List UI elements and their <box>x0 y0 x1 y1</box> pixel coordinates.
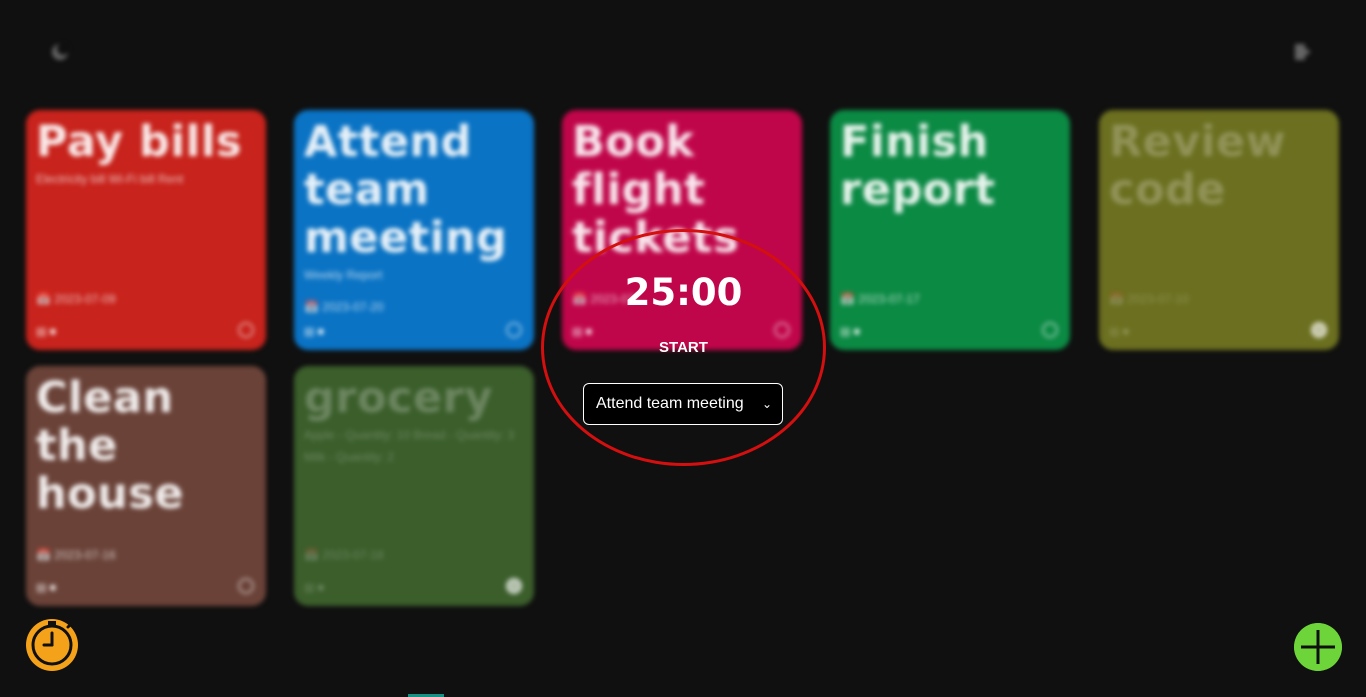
card-date: 📅 2023-07-09 <box>36 292 116 306</box>
moon-icon[interactable] <box>50 42 70 62</box>
card-date: 📅 2023-07-10 <box>1109 292 1189 306</box>
card-description: Apple - Quantity: 10 Bread - Quantity: 3… <box>304 428 515 464</box>
card-description: Electricity bill Wi-Fi bill Rent <box>36 172 184 186</box>
complete-checkbox[interactable] <box>1311 322 1327 338</box>
timer-display: 25:00 <box>624 271 743 314</box>
card-title: Review code <box>1109 117 1286 215</box>
card-meta-icons: ▤ ■ <box>1109 326 1130 338</box>
task-card-grocery[interactable]: grocery Apple - Quantity: 10 Bread - Qua… <box>294 366 534 606</box>
stopwatch-icon[interactable] <box>24 615 80 671</box>
card-title: grocery <box>304 373 493 423</box>
task-card-attend-team-meeting[interactable]: Attend team meeting Weekly Report 📅 2023… <box>294 110 534 350</box>
card-meta-icons: ▤ ■ <box>36 582 57 594</box>
card-date: 📅 2023-07-20 <box>304 300 384 314</box>
card-title: Attend team meeting <box>304 117 508 263</box>
logout-icon[interactable] <box>1293 42 1313 62</box>
card-title: Clean the house <box>36 373 185 519</box>
task-select[interactable]: Attend team meeting ⌄ <box>583 383 783 425</box>
card-meta-icons: ▤ ■ <box>304 326 325 338</box>
complete-checkbox[interactable] <box>238 578 254 594</box>
card-date: 📅 2023-07-18 <box>304 548 384 562</box>
complete-checkbox[interactable] <box>506 322 522 338</box>
chevron-down-icon: ⌄ <box>761 397 772 411</box>
card-title: Finish report <box>840 117 996 215</box>
task-select-value: Attend team meeting <box>596 395 744 412</box>
task-card-pay-bills[interactable]: Pay bills Electricity bill Wi-Fi bill Re… <box>26 110 266 350</box>
card-meta-icons: ▤ ■ <box>304 582 325 594</box>
task-card-finish-report[interactable]: Finish report 📅 2023-07-17 ▤ ■ <box>830 110 1070 350</box>
complete-checkbox[interactable] <box>238 322 254 338</box>
card-meta-icons: ▤ ■ <box>36 326 57 338</box>
plus-icon[interactable] <box>1294 623 1342 671</box>
complete-checkbox[interactable] <box>1042 322 1058 338</box>
task-card-review-code[interactable]: Review code 📅 2023-07-10 ▤ ■ <box>1099 110 1339 350</box>
start-button[interactable]: START <box>541 339 826 356</box>
task-card-clean-the-house[interactable]: Clean the house 📅 2023-07-16 ▤ ■ <box>26 366 266 606</box>
card-date: 📅 2023-07-16 <box>36 548 116 562</box>
complete-checkbox[interactable] <box>506 578 522 594</box>
card-meta-icons: ▤ ■ <box>840 326 861 338</box>
pomodoro-timer: 25:00 START Attend team meeting ⌄ <box>541 229 826 466</box>
card-date: 📅 2023-07-17 <box>840 292 920 306</box>
card-description: Weekly Report <box>304 268 383 282</box>
card-title: Pay bills <box>36 117 243 167</box>
